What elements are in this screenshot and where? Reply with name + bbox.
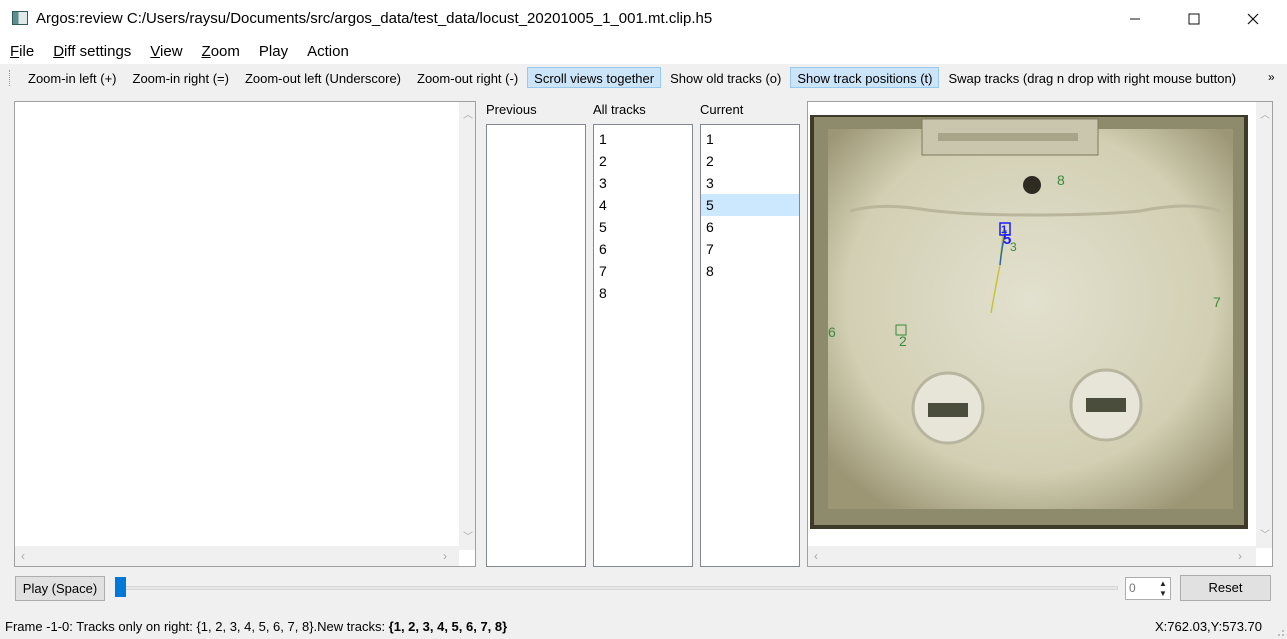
menu-zoom[interactable]: Zoom <box>192 43 249 60</box>
right-view-horizontal-scrollbar[interactable]: ‹ › <box>808 546 1256 566</box>
list-item[interactable]: 3 <box>594 172 692 194</box>
arena-image[interactable]: 1 5 2 3 6 7 8 <box>810 115 1248 529</box>
track-label-2: 2 <box>899 333 907 349</box>
zoom-out-right-button[interactable]: Zoom-out right (-) <box>410 67 525 88</box>
track-label-6: 6 <box>828 324 836 340</box>
scroll-down-icon[interactable]: ﹀ <box>463 528 473 543</box>
scroll-up-icon[interactable]: ︿ <box>463 106 473 121</box>
track-label-7: 7 <box>1213 294 1221 310</box>
list-item[interactable]: 6 <box>594 238 692 260</box>
left-view-horizontal-scrollbar[interactable]: ‹ › <box>15 546 459 566</box>
swap-tracks-button[interactable]: Swap tracks (drag n drop with right mous… <box>941 67 1243 88</box>
list-item[interactable]: 1 <box>701 128 799 150</box>
menu-play[interactable]: Play <box>249 43 297 60</box>
app-icon <box>12 11 28 25</box>
list-item[interactable]: 8 <box>594 282 692 304</box>
current-tracks-list[interactable]: 1 2 3 5 6 7 8 <box>700 124 800 567</box>
arena-dish-left-tag <box>928 403 968 417</box>
list-item-selected[interactable]: 5 <box>701 194 799 216</box>
spin-up-icon[interactable]: ▲ <box>1157 579 1169 589</box>
play-button[interactable]: Play (Space) <box>15 576 105 601</box>
left-frame-view[interactable]: ︿ ﹀ ‹ › <box>14 101 476 567</box>
close-icon[interactable] <box>1224 0 1282 38</box>
list-item[interactable]: 7 <box>701 238 799 260</box>
all-tracks-list-label: All tracks <box>593 102 646 117</box>
scroll-left-icon[interactable]: ‹ <box>814 549 818 563</box>
arena-dark-blob <box>1023 176 1041 194</box>
toolbar-extension-icon[interactable]: » <box>1268 70 1275 84</box>
list-item[interactable]: 5 <box>594 216 692 238</box>
arena-feeder-slot <box>938 133 1078 141</box>
arena-dish-right-tag <box>1086 398 1126 412</box>
menu-view[interactable]: View <box>140 43 191 60</box>
menu-file[interactable]: File <box>0 43 43 60</box>
list-item[interactable]: 2 <box>594 150 692 172</box>
list-item[interactable]: 1 <box>594 128 692 150</box>
frame-slider[interactable] <box>116 586 1118 590</box>
left-view-vertical-scrollbar[interactable]: ︿ ﹀ <box>459 102 475 550</box>
list-item[interactable]: 2 <box>701 150 799 172</box>
menu-bar: File Diff settings View Zoom Play Action <box>0 38 1287 64</box>
list-item[interactable]: 6 <box>701 216 799 238</box>
scroll-up-icon[interactable]: ︿ <box>1260 106 1270 121</box>
right-view-vertical-scrollbar[interactable]: ︿ ﹀ <box>1256 102 1272 548</box>
all-tracks-list[interactable]: 1 2 3 4 5 6 7 8 <box>593 124 693 567</box>
status-message: Frame -1-0: Tracks only on right: {1, 2,… <box>5 619 508 634</box>
scroll-left-icon[interactable]: ‹ <box>21 549 25 563</box>
track-label-8: 8 <box>1057 172 1065 188</box>
scroll-down-icon[interactable]: ﹀ <box>1260 526 1270 541</box>
previous-list-label: Previous <box>486 102 537 117</box>
show-old-tracks-toggle[interactable]: Show old tracks (o) <box>663 67 788 88</box>
current-list-label: Current <box>700 102 744 117</box>
toolbar: Zoom-in left (+) Zoom-in right (=) Zoom-… <box>0 65 1287 90</box>
menu-action[interactable]: Action <box>297 43 358 60</box>
window-title: Argos:review C:/Users/raysu/Documents/sr… <box>36 10 713 27</box>
toolbar-grip[interactable] <box>9 69 13 86</box>
previous-tracks-list[interactable] <box>486 124 586 567</box>
list-item[interactable]: 7 <box>594 260 692 282</box>
zoom-in-left-button[interactable]: Zoom-in left (+) <box>21 67 124 88</box>
cursor-coordinates: X:762.03,Y:573.70 <box>1155 619 1262 634</box>
spin-down-icon[interactable]: ▼ <box>1157 589 1169 599</box>
scroll-views-together-toggle[interactable]: Scroll views together <box>527 67 662 88</box>
track-label-3: 3 <box>1010 240 1017 254</box>
list-item[interactable]: 3 <box>701 172 799 194</box>
maximize-icon[interactable] <box>1165 0 1223 38</box>
zoom-out-left-button[interactable]: Zoom-out left (Underscore) <box>238 67 408 88</box>
list-item[interactable]: 4 <box>594 194 692 216</box>
resize-grip-icon[interactable] <box>1275 627 1285 637</box>
scroll-right-icon[interactable]: › <box>443 549 447 563</box>
zoom-in-right-button[interactable]: Zoom-in right (=) <box>126 67 236 88</box>
show-track-positions-toggle[interactable]: Show track positions (t) <box>790 67 940 88</box>
frame-slider-handle[interactable] <box>115 577 126 597</box>
reset-button[interactable]: Reset <box>1180 575 1271 601</box>
scroll-right-icon[interactable]: › <box>1238 549 1242 563</box>
list-item[interactable]: 8 <box>701 260 799 282</box>
menu-diff-settings[interactable]: Diff settings <box>43 43 140 60</box>
minimize-icon[interactable] <box>1106 0 1164 38</box>
